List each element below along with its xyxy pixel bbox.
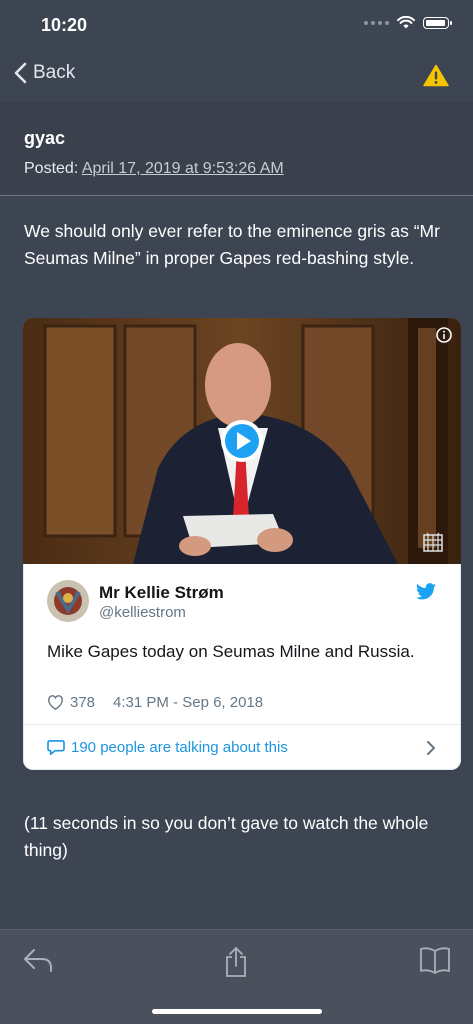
book-icon[interactable] — [419, 946, 451, 974]
like-count: 378 — [70, 694, 96, 711]
conversation-label: 190 people are talking about this — [71, 739, 288, 756]
back-button[interactable]: Back — [14, 62, 75, 84]
tweet-timestamp[interactable]: 4:31 PM - Sep 6, 2018 — [113, 694, 263, 711]
home-indicator[interactable] — [152, 1009, 322, 1014]
conversation-link[interactable]: 190 people are talking about this — [47, 739, 288, 756]
tweet-author-handle[interactable]: @kelliestrom — [99, 604, 186, 621]
chevron-right-icon[interactable] — [426, 740, 436, 756]
parliament-portcullis-icon — [423, 532, 443, 552]
post-author[interactable]: gyac — [24, 128, 65, 149]
posted-line: Posted: April 17, 2019 at 9:53:26 AM — [24, 160, 284, 178]
chevron-left-icon — [14, 62, 27, 84]
status-time: 10:20 — [41, 15, 88, 35]
tweet-embed[interactable]: Mr Kellie Strøm @kelliestrom Mike Gapes … — [23, 318, 461, 770]
battery-icon — [423, 16, 452, 29]
tweet-card[interactable]: Mr Kellie Strøm @kelliestrom Mike Gapes … — [23, 564, 461, 770]
tweet-text: Mike Gapes today on Seumas Milne and Rus… — [47, 642, 415, 661]
speech-bubble-icon — [47, 739, 65, 755]
share-icon[interactable] — [224, 946, 248, 978]
post-header: gyac Posted: April 17, 2019 at 9:53:26 A… — [0, 102, 473, 196]
play-icon[interactable] — [220, 419, 264, 463]
avatar[interactable] — [47, 580, 89, 622]
posted-date-link[interactable]: April 17, 2019 at 9:53:26 AM — [82, 160, 284, 177]
post-body: We should only ever refer to the eminenc… — [24, 221, 440, 268]
status-icons — [364, 16, 452, 29]
info-icon[interactable] — [436, 327, 452, 343]
posted-label: Posted: — [24, 160, 79, 177]
signal-icon — [364, 20, 389, 25]
post-footnote: (11 seconds in so you don’t gave to watc… — [24, 813, 429, 860]
nav-bar: Back — [0, 52, 473, 102]
tweet-author-name[interactable]: Mr Kellie Strøm — [99, 583, 224, 603]
warning-triangle-icon[interactable] — [423, 64, 449, 87]
back-label: Back — [33, 62, 76, 83]
reply-icon[interactable] — [22, 946, 54, 974]
wifi-icon — [397, 16, 415, 29]
tweet-divider — [24, 724, 460, 725]
heart-icon[interactable] — [47, 695, 64, 710]
video-thumbnail[interactable] — [23, 318, 461, 564]
status-bar: 10:20 — [0, 0, 473, 52]
twitter-bird-icon[interactable] — [416, 583, 436, 600]
tweet-meta: 378 4:31 PM - Sep 6, 2018 — [47, 694, 263, 711]
